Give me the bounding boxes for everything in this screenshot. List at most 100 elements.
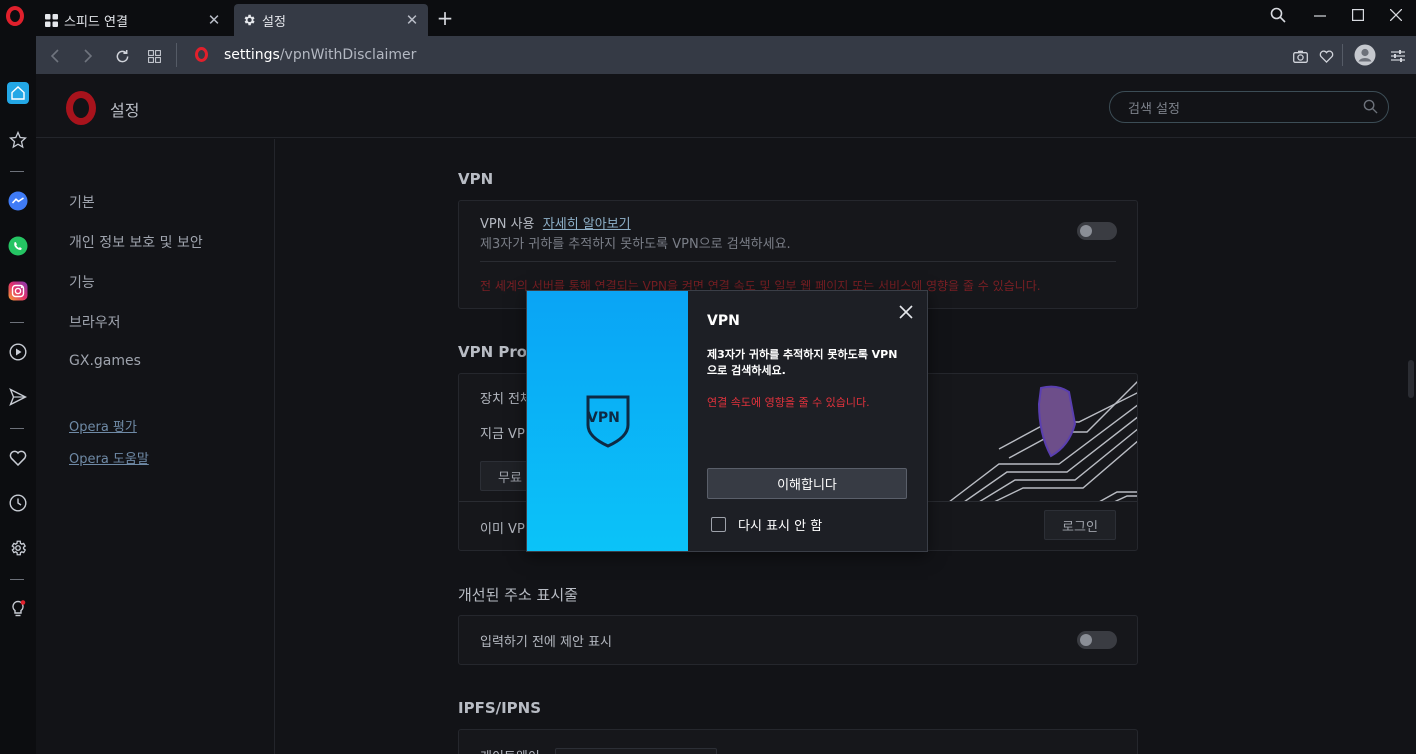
close-icon bbox=[1390, 9, 1402, 21]
opera-site-icon bbox=[195, 47, 208, 62]
maximize-button[interactable] bbox=[1340, 4, 1376, 26]
understand-button[interactable]: 이해합니다 bbox=[707, 468, 907, 499]
nav-item-features[interactable]: 기능 bbox=[69, 272, 95, 292]
search-placeholder: 검색 설정 bbox=[1128, 102, 1180, 117]
page-scrollbar[interactable] bbox=[1408, 360, 1414, 398]
chevron-left-icon bbox=[50, 49, 59, 63]
vpn-enable-label: VPN 사용 자세히 알아보기 bbox=[480, 213, 631, 232]
sidebar-item-home[interactable] bbox=[7, 82, 29, 104]
forward-button[interactable] bbox=[77, 45, 99, 67]
easy-setup-button[interactable] bbox=[1387, 45, 1409, 67]
reload-button[interactable] bbox=[111, 45, 133, 67]
vpn-enable-text: VPN 사용 bbox=[480, 217, 535, 232]
url-host: settings bbox=[224, 47, 280, 63]
toolbar-divider bbox=[1342, 44, 1343, 66]
dialog-description: 제3자가 귀하를 추적하지 못하도록 VPN으로 검색하세요. bbox=[707, 348, 898, 377]
play-icon bbox=[9, 343, 27, 361]
close-tab-icon[interactable]: ✕ bbox=[404, 11, 420, 29]
tab-settings[interactable]: 설정 ✕ bbox=[234, 4, 428, 36]
chevron-right-icon bbox=[84, 49, 93, 63]
close-icon bbox=[899, 305, 913, 319]
clock-icon bbox=[9, 494, 27, 512]
page-title: 설정 bbox=[110, 101, 140, 120]
suggest-toggle[interactable] bbox=[1077, 631, 1117, 649]
sidebar-item-settings[interactable] bbox=[4, 534, 32, 562]
gear-icon bbox=[11, 540, 27, 556]
sidebar-item-instagram[interactable] bbox=[4, 277, 32, 305]
vpn-shield-label: VPN bbox=[587, 410, 620, 426]
vpn-section-title: VPN bbox=[458, 170, 494, 188]
rate-opera-link[interactable]: Opera 평가 bbox=[69, 416, 137, 435]
settings-nav: 기본 개인 정보 보호 및 보안 기능 브라우저 GX.games Opera … bbox=[36, 139, 275, 754]
gateway-select[interactable] bbox=[555, 748, 717, 754]
learn-more-link[interactable]: 자세히 알아보기 bbox=[543, 217, 631, 232]
vpn-pro-login-button[interactable]: 로그인 bbox=[1044, 510, 1116, 540]
heart-icon bbox=[9, 450, 27, 466]
sidebar-item-messenger[interactable] bbox=[4, 187, 32, 215]
sidebar-divider bbox=[10, 579, 24, 580]
minimize-icon bbox=[1314, 15, 1326, 17]
snapshot-button[interactable] bbox=[1289, 45, 1311, 67]
address-toolbar: settings/vpnWithDisclaimer bbox=[36, 36, 1416, 74]
nav-item-basic[interactable]: 기본 bbox=[69, 192, 95, 212]
sidebar-item-history[interactable] bbox=[4, 489, 32, 517]
tab-label: 설정 bbox=[262, 14, 286, 30]
vpn-pro-device-label: 장치 전체 bbox=[480, 392, 532, 407]
home-icon bbox=[11, 86, 25, 100]
maximize-icon bbox=[1352, 9, 1364, 21]
send-icon bbox=[9, 388, 27, 406]
dialog-close-button[interactable] bbox=[897, 303, 915, 321]
bookmark-button[interactable] bbox=[1315, 45, 1337, 67]
address-bar-section-title: 개선된 주소 표시줄 bbox=[458, 586, 578, 604]
search-icon bbox=[1363, 99, 1378, 114]
grid-icon bbox=[147, 49, 161, 63]
sidebar-item-tips[interactable] bbox=[4, 595, 32, 623]
instagram-icon bbox=[8, 281, 28, 301]
sidebar-item-my-flow[interactable] bbox=[4, 383, 32, 411]
dont-show-checkbox[interactable] bbox=[711, 517, 726, 532]
sidebar-item-bookmarks[interactable] bbox=[4, 126, 32, 154]
browser-window: 스피드 연결 ✕ 설정 ✕ + settings/vpnWithDisclaim… bbox=[0, 0, 1416, 754]
grid-icon bbox=[44, 13, 58, 27]
settings-search-input[interactable]: 검색 설정 bbox=[1109, 91, 1389, 123]
gateway-label: 게이트웨이 bbox=[480, 746, 540, 754]
sidebar-divider bbox=[10, 428, 24, 429]
lightbulb-icon bbox=[12, 600, 26, 617]
opera-menu-icon[interactable] bbox=[6, 6, 24, 26]
suggest-label: 입력하기 전에 제안 표시 bbox=[480, 635, 612, 650]
tab-label: 스피드 연결 bbox=[64, 14, 128, 30]
heart-icon bbox=[1319, 50, 1333, 63]
toolbar-divider bbox=[176, 43, 177, 67]
close-window-button[interactable] bbox=[1378, 4, 1414, 26]
nav-item-browser[interactable]: 브라우저 bbox=[69, 312, 121, 332]
dialog-warning: 연결 속도에 영향을 줄 수 있습니다. bbox=[707, 396, 870, 409]
ipfs-section-title: IPFS/IPNS bbox=[458, 699, 542, 717]
dont-show-label[interactable]: 다시 표시 안 함 bbox=[738, 515, 822, 534]
address-field[interactable]: settings/vpnWithDisclaimer bbox=[224, 47, 416, 63]
opera-help-link[interactable]: Opera 도움말 bbox=[69, 448, 149, 467]
settings-header: 설정 검색 설정 bbox=[36, 74, 1416, 138]
back-button[interactable] bbox=[44, 45, 66, 67]
sidebar bbox=[0, 36, 36, 754]
vpn-toggle[interactable] bbox=[1077, 222, 1117, 240]
star-icon bbox=[9, 131, 27, 149]
dialog-title: VPN bbox=[707, 313, 740, 329]
tab-overview-button[interactable] bbox=[143, 45, 165, 67]
sidebar-item-whatsapp[interactable] bbox=[4, 232, 32, 260]
sidebar-item-favorites[interactable] bbox=[4, 444, 32, 472]
search-tabs-button[interactable] bbox=[1260, 4, 1296, 26]
nav-item-gx-games[interactable]: GX.games bbox=[69, 353, 141, 369]
sidebar-item-player[interactable] bbox=[4, 338, 32, 366]
sliders-icon bbox=[1391, 50, 1405, 62]
dialog-art: VPN bbox=[527, 291, 688, 551]
nav-item-privacy[interactable]: 개인 정보 보호 및 보안 bbox=[69, 232, 203, 252]
vpn-description: 제3자가 귀하를 추적하지 못하도록 VPN으로 검색하세요. bbox=[480, 237, 791, 252]
divider bbox=[480, 261, 1116, 262]
sidebar-divider bbox=[10, 322, 24, 323]
minimize-button[interactable] bbox=[1302, 4, 1338, 26]
close-tab-icon[interactable]: ✕ bbox=[206, 11, 222, 29]
profile-button[interactable] bbox=[1353, 43, 1377, 67]
new-tab-button[interactable]: + bbox=[434, 6, 456, 30]
url-path: /vpnWithDisclaimer bbox=[279, 47, 417, 63]
tab-speed-dial[interactable]: 스피드 연결 ✕ bbox=[36, 4, 230, 36]
